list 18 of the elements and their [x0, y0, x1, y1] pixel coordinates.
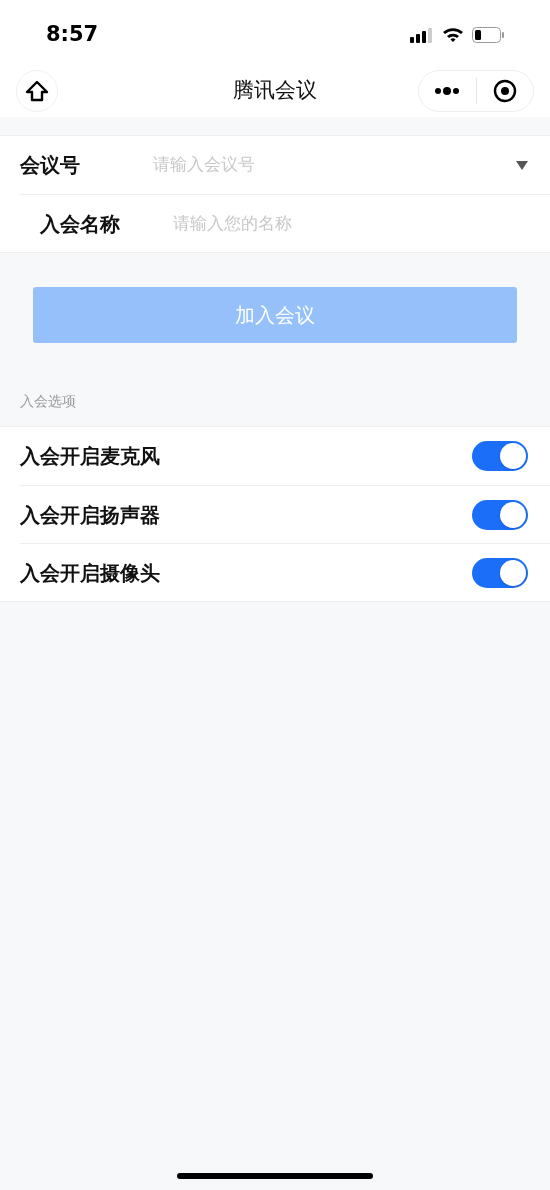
option-label: 入会开启扬声器	[20, 501, 160, 529]
toggle-switch[interactable]	[472, 441, 528, 471]
toggle-switch[interactable]	[472, 499, 528, 530]
home-icon	[25, 80, 49, 102]
target-icon	[492, 79, 517, 103]
toggle-switch[interactable]	[472, 557, 528, 588]
option-label: 入会开启摄像头	[20, 559, 160, 587]
section-heading: 入会选项	[19, 392, 77, 411]
wifi-icon	[442, 26, 464, 43]
page-title: 腾讯会议	[233, 77, 317, 105]
dropdown-caret-icon[interactable]	[516, 160, 528, 170]
field-label: 会议号	[20, 152, 81, 179]
battery-icon	[472, 26, 504, 43]
signal-icon	[410, 26, 434, 43]
status-time: 8:57	[46, 20, 99, 48]
field-label: 入会名称	[40, 210, 121, 238]
option-label: 入会开启麦克风	[20, 443, 160, 470]
more-icon	[434, 87, 461, 95]
